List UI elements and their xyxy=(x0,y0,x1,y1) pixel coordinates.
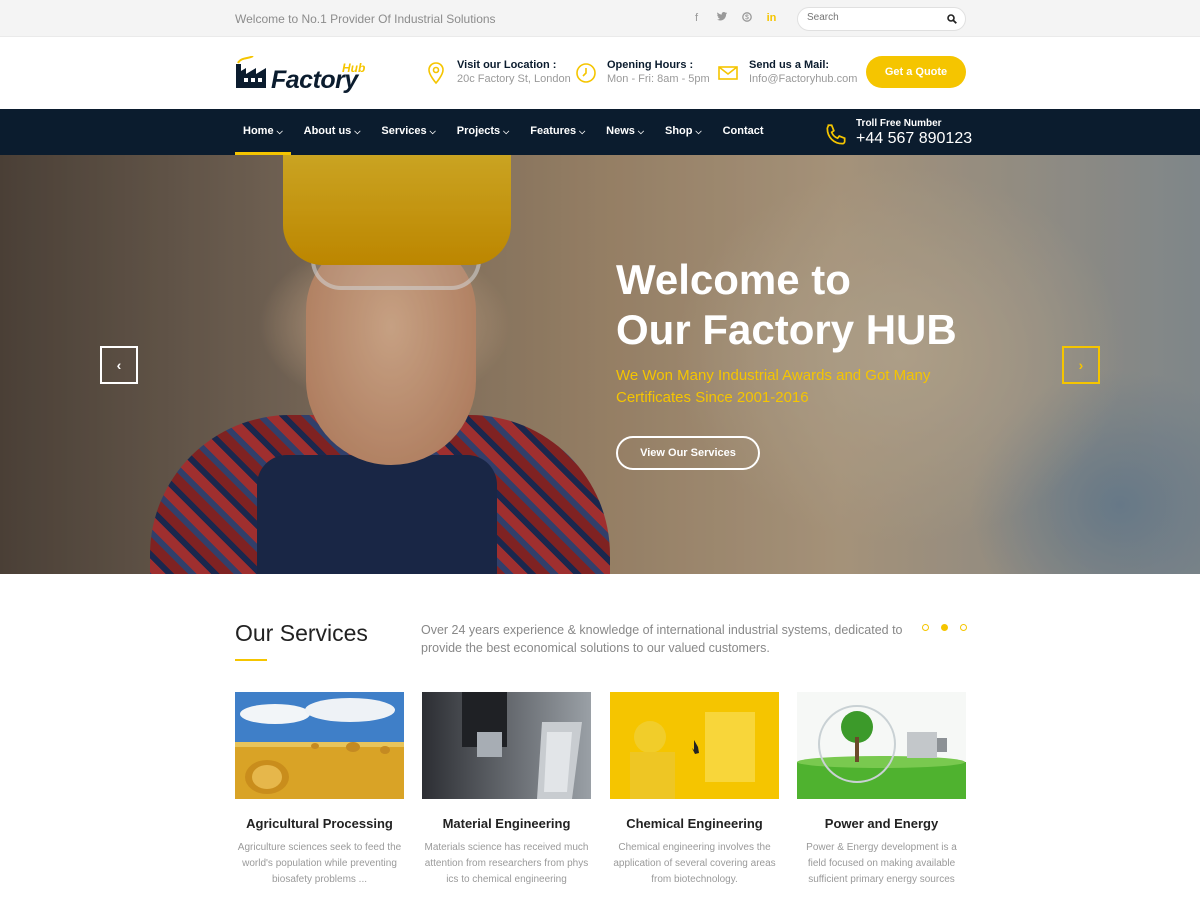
hero-title-line1: Welcome to xyxy=(616,256,851,303)
hero-slider: Welcome to Our Factory HUB We Won Many In… xyxy=(0,155,1200,574)
hours-info: Opening Hours : Mon - Fri: 8am - 5pm xyxy=(574,58,710,87)
hero-title: Welcome to Our Factory HUB xyxy=(616,255,957,355)
mail-info: Send us a Mail: Info@Factoryhub.com xyxy=(716,58,857,87)
chevron-down-icon: ⌵ xyxy=(503,127,510,136)
skype-icon[interactable] xyxy=(734,12,759,25)
chevron-down-icon: ⌵ xyxy=(429,127,436,136)
services-title: Our Services xyxy=(235,620,368,646)
mail-title: Send us a Mail: xyxy=(749,59,830,71)
hours-title: Opening Hours : xyxy=(607,59,694,71)
nav-item-label: Shop xyxy=(665,125,693,137)
service-text: Chemical engineering involves the applic… xyxy=(613,842,776,885)
location-text: 20c Factory St, London xyxy=(457,73,571,85)
nav-item-about[interactable]: About us ⌵ xyxy=(296,109,369,155)
nav-item-label: News xyxy=(606,125,635,137)
social-links: f in xyxy=(684,12,784,25)
carousel-dot-active[interactable] xyxy=(941,624,948,631)
nav-item-label: Contact xyxy=(722,125,764,137)
nav-item-home[interactable]: Home ⌵ xyxy=(235,109,291,155)
nav-item-label: Features xyxy=(530,125,577,137)
logo-subtext: Hub xyxy=(342,61,366,75)
mail-icon xyxy=(718,66,738,80)
chevron-right-icon: › xyxy=(1078,357,1084,373)
services-description: Over 24 years experience & knowledge of … xyxy=(421,623,903,655)
service-card[interactable]: Power and Energy Power & Energy developm… xyxy=(797,692,966,888)
agriculture-image[interactable] xyxy=(235,692,404,799)
view-services-button[interactable]: View Our Services xyxy=(616,436,760,470)
main-nav: Home ⌵ About us ⌵ Services ⌵ Projects ⌵ Feat… xyxy=(0,109,1200,155)
linkedin-icon[interactable]: in xyxy=(759,12,784,25)
chevron-down-icon: ⌵ xyxy=(695,127,702,136)
location-info: Visit our Location : 20c Factory St, Lon… xyxy=(424,58,571,87)
nav-item-label: About us xyxy=(303,125,352,137)
hero-title-line2: Our Factory HUB xyxy=(616,306,957,353)
carousel-dot[interactable] xyxy=(960,624,967,631)
slider-next-button[interactable]: › xyxy=(1062,346,1100,384)
location-pin-icon xyxy=(428,62,444,85)
location-title: Visit our Location : xyxy=(457,59,557,71)
service-name[interactable]: Agricultural Processing xyxy=(235,816,404,831)
energy-image[interactable] xyxy=(797,692,966,799)
title-underline xyxy=(235,659,267,661)
top-bar: Welcome to No.1 Provider Of Industrial S… xyxy=(0,0,1200,37)
nav-item-label: Services xyxy=(381,125,427,137)
nav-item-projects[interactable]: Projects ⌵ xyxy=(449,109,518,155)
nav-item-label: Projects xyxy=(456,125,501,137)
service-card[interactable]: Agricultural Processing Agriculture scie… xyxy=(235,692,404,888)
mail-text[interactable]: Info@Factoryhub.com xyxy=(749,72,857,87)
service-name[interactable]: Material Engineering xyxy=(422,816,591,831)
service-text: Agriculture sciences seek to feed the wo… xyxy=(237,842,402,885)
phone-icon xyxy=(826,124,846,145)
chevron-down-icon: ⌵ xyxy=(637,127,644,136)
service-name[interactable]: Power and Energy xyxy=(797,816,966,831)
nav-item-news[interactable]: News ⌵ xyxy=(598,109,652,155)
carousel-dot[interactable] xyxy=(922,624,929,631)
search-box[interactable] xyxy=(797,7,966,31)
hours-text: Mon - Fri: 8am - 5pm xyxy=(607,73,710,85)
carousel-dots xyxy=(922,624,967,631)
clock-icon xyxy=(576,63,596,83)
facebook-icon[interactable]: f xyxy=(684,12,709,25)
nav-item-label: Home xyxy=(243,125,274,137)
service-text: Power & Energy development is a field fo… xyxy=(806,842,957,885)
nav-item-shop[interactable]: Shop ⌵ xyxy=(657,109,710,155)
slider-prev-button[interactable]: ‹ xyxy=(100,346,138,384)
nav-item-services[interactable]: Services ⌵ xyxy=(373,109,443,155)
welcome-text: Welcome to No.1 Provider Of Industrial S… xyxy=(235,12,496,26)
chevron-left-icon: ‹ xyxy=(116,357,122,373)
search-icon[interactable] xyxy=(947,14,957,24)
material-image[interactable] xyxy=(422,692,591,799)
service-card[interactable]: Material Engineering Materials science h… xyxy=(422,692,591,888)
chevron-down-icon: ⌵ xyxy=(579,127,586,136)
factory-logo-icon xyxy=(236,56,266,88)
chevron-down-icon: ⌵ xyxy=(276,127,283,136)
service-card[interactable]: Chemical Engineering Chemical engineerin… xyxy=(610,692,779,888)
header: Factory Hub Visit our Location : 20c Fac… xyxy=(0,37,1200,109)
nav-item-features[interactable]: Features ⌵ xyxy=(522,109,593,155)
hero-subtitle: We Won Many Industrial Awards and Got Ma… xyxy=(616,367,931,406)
site-logo[interactable]: Factory Hub xyxy=(235,54,370,94)
chevron-down-icon: ⌵ xyxy=(354,127,361,136)
toll-label: Troll Free Number xyxy=(856,118,942,129)
twitter-icon[interactable] xyxy=(709,12,734,25)
get-quote-button[interactable]: Get a Quote xyxy=(866,56,966,88)
service-text: Materials science has received much atte… xyxy=(424,842,589,885)
toll-number[interactable]: +44 567 890123 xyxy=(856,130,972,148)
chemical-image[interactable] xyxy=(610,692,779,799)
nav-item-contact[interactable]: Contact xyxy=(715,109,772,155)
service-name[interactable]: Chemical Engineering xyxy=(610,816,779,831)
search-input[interactable] xyxy=(807,12,937,23)
